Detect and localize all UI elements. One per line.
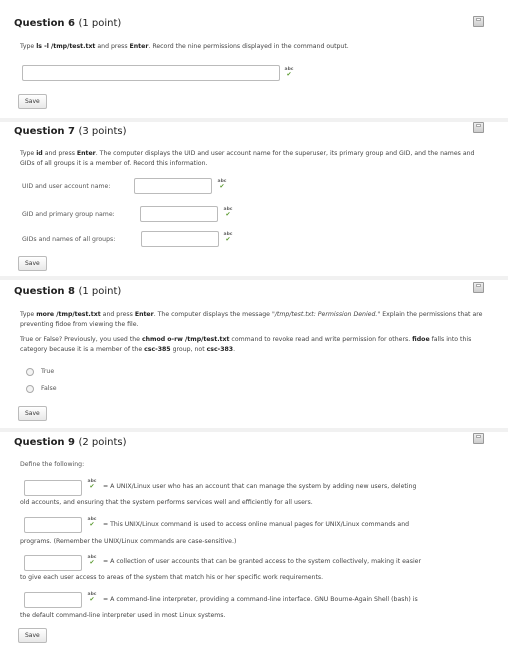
spellcheck-icon[interactable]: abc ✔ <box>87 517 97 527</box>
uid-label: UID and user account name: <box>22 183 111 190</box>
question-6-instruction: Type ls -l /tmp/test.txt and press Enter… <box>20 43 349 50</box>
question-8-instruction: Type more /tmp/test.txt and press Enter.… <box>20 311 483 328</box>
groups-label: GIDs and names of all groups: <box>22 236 116 243</box>
true-label: True <box>41 368 55 375</box>
groups-input[interactable] <box>141 231 219 247</box>
spellcheck-icon[interactable]: abc ✔ <box>87 555 97 565</box>
false-label: False <box>41 385 57 392</box>
definition-text-3: = A collection of user accounts that can… <box>103 558 422 565</box>
gid-input[interactable] <box>140 206 218 222</box>
definition-text-4: = A command-line interpreter, providing … <box>103 596 418 603</box>
spellcheck-icon[interactable]: abc ✔ <box>87 592 97 602</box>
question-7-instruction: Type id and press Enter. The computer di… <box>20 150 475 167</box>
question-8-statement: True or False? Previously, you used the … <box>20 336 472 353</box>
disk-icon <box>473 16 484 27</box>
definition-text-2-cont: programs. (Remember the UNIX/Linux comma… <box>20 538 237 545</box>
false-radio[interactable] <box>26 385 34 393</box>
question-8-title: Question 8 (1 point) <box>14 286 122 297</box>
definition-text-4-cont: the default command-line interpreter use… <box>20 612 226 619</box>
save-button[interactable]: Save <box>18 256 47 271</box>
definition-text-1-cont: old accounts, and ensuring that the syst… <box>20 499 313 506</box>
gid-label: GID and primary group name: <box>22 211 115 218</box>
uid-input[interactable] <box>134 178 212 194</box>
spellcheck-icon[interactable]: abc ✔ <box>223 207 233 217</box>
save-button[interactable]: Save <box>18 94 47 109</box>
question-6: Question 6 (1 point) Type ls -l /tmp/tes… <box>0 0 508 118</box>
true-radio[interactable] <box>26 368 34 376</box>
disk-icon <box>473 122 484 133</box>
question-9-title: Question 9 (2 points) <box>14 437 127 448</box>
save-button[interactable]: Save <box>18 406 47 421</box>
definition-text-3-cont: to give each user access to areas of the… <box>20 574 324 581</box>
question-8: Question 8 (1 point) Type more /tmp/test… <box>0 280 508 428</box>
spellcheck-icon[interactable]: abc ✔ <box>87 479 97 489</box>
definition-input-4[interactable] <box>24 592 82 608</box>
definition-input-2[interactable] <box>24 517 82 533</box>
spellcheck-icon[interactable]: abc ✔ <box>217 179 227 189</box>
spellcheck-icon[interactable]: abc ✔ <box>284 67 294 77</box>
spellcheck-icon[interactable]: abc ✔ <box>223 232 233 242</box>
question-7-title: Question 7 (3 points) <box>14 126 127 137</box>
question-7: Question 7 (3 points) Type id and press … <box>0 122 508 280</box>
definition-text-1: = A UNIX/Linux user who has an account t… <box>103 483 417 490</box>
definition-input-3[interactable] <box>24 555 82 571</box>
question-6-answer-input[interactable] <box>22 65 280 81</box>
disk-icon <box>473 282 484 293</box>
definition-text-2: = This UNIX/Linux command is used to acc… <box>103 521 410 528</box>
disk-icon <box>473 433 484 444</box>
definition-input-1[interactable] <box>24 480 82 496</box>
question-6-title: Question 6 (1 point) <box>14 18 122 29</box>
save-button[interactable]: Save <box>18 628 47 643</box>
question-9-intro: Define the following: <box>20 461 85 468</box>
question-9: Question 9 (2 points) Define the followi… <box>0 432 508 655</box>
